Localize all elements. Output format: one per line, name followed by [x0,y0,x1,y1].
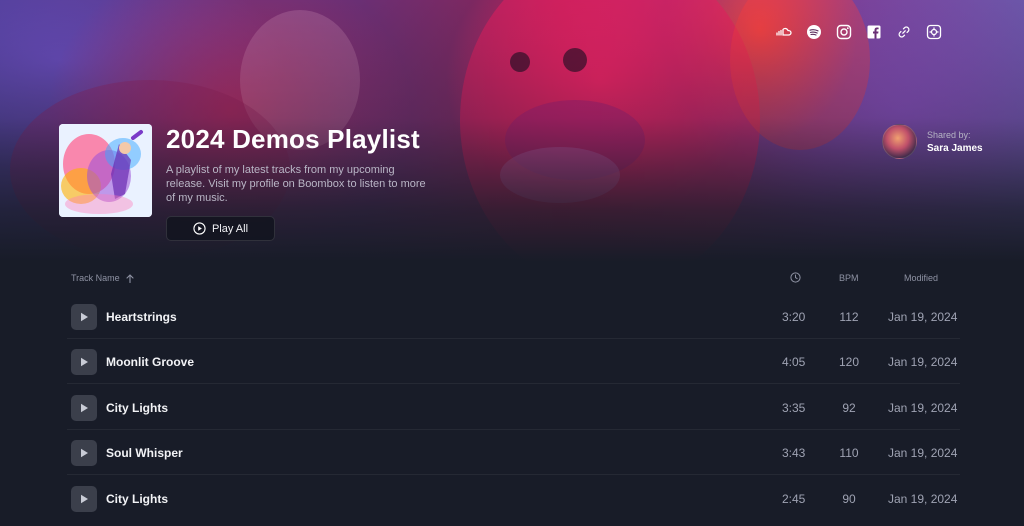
play-icon [81,357,88,367]
play-all-button[interactable]: Play All [166,216,275,241]
track-bpm: 120 [839,355,860,369]
column-header-track-name: Track Name [71,273,120,283]
track-name[interactable]: City Lights [106,401,168,415]
track-duration: 2:45 [782,492,806,506]
playlist-title: 2024 Demos Playlist [166,124,420,154]
playlist-description: A playlist of my latest tracks from my u… [166,164,426,204]
hero-banner: 2024 Demos Playlist A playlist of my lat… [0,0,1024,262]
track-table: Track Name BPM Modified Heartstrings 3:2… [0,262,1024,526]
sort-track-name[interactable]: Track Name [71,273,134,283]
clock-icon[interactable] [790,272,801,283]
column-header-bpm[interactable]: BPM [839,273,859,283]
track-name[interactable]: Soul Whisper [106,446,183,460]
avatar[interactable] [882,124,917,159]
track-modified: Jan 19, 2024 [888,310,958,324]
track-play-button[interactable] [71,304,97,330]
track-name[interactable]: City Lights [106,492,168,506]
table-row[interactable]: City Lights 3:35 92 Jan 19, 2024 [0,385,1024,430]
link-icon[interactable] [896,24,912,40]
track-name[interactable]: Moonlit Groove [106,355,194,369]
track-bpm: 112 [839,310,859,324]
play-icon [81,494,88,504]
playlist-page: 2024 Demos Playlist A playlist of my lat… [0,0,1024,526]
shared-by-name[interactable]: Sara James [927,143,983,154]
spotify-icon[interactable] [806,24,822,40]
play-all-label: Play All [211,222,249,235]
track-play-button[interactable] [71,486,97,512]
play-icon [81,403,88,413]
track-modified: Jan 19, 2024 [888,401,958,415]
soundcloud-icon[interactable] [776,24,792,40]
track-duration: 3:20 [782,310,806,324]
table-row[interactable]: City Lights 2:45 90 Jan 19, 2024 [0,476,1024,521]
track-name[interactable]: Heartstrings [106,310,177,324]
table-header: Track Name BPM Modified [0,262,1024,292]
play-circle-icon [193,222,206,235]
track-duration: 3:43 [782,446,806,460]
playlist-cover-image [59,124,152,217]
instagram-icon[interactable] [836,24,852,40]
track-modified: Jan 19, 2024 [888,446,958,460]
social-links [776,24,942,40]
play-icon [81,448,88,458]
column-header-modified[interactable]: Modified [904,273,938,283]
track-play-button[interactable] [71,395,97,421]
track-play-button[interactable] [71,440,97,466]
track-bpm: 110 [839,446,859,460]
track-modified: Jan 19, 2024 [888,492,958,506]
track-duration: 3:35 [782,401,806,415]
shared-by-label: Shared by: [927,129,971,140]
facebook-icon[interactable] [866,24,882,40]
settings-icon[interactable] [926,24,942,40]
track-bpm: 90 [842,492,856,506]
row-divider [67,383,960,384]
table-row[interactable]: Moonlit Groove 4:05 120 Jan 19, 2024 [0,339,1024,384]
sort-arrow-up-icon [126,273,134,283]
row-divider [67,474,960,475]
track-bpm: 92 [842,401,856,415]
track-play-button[interactable] [71,349,97,375]
table-row[interactable]: Soul Whisper 3:43 110 Jan 19, 2024 [0,430,1024,475]
track-modified: Jan 19, 2024 [888,355,958,369]
table-row[interactable]: Heartstrings 3:20 112 Jan 19, 2024 [0,294,1024,339]
track-duration: 4:05 [782,355,806,369]
shared-by: Shared by: Sara James [882,124,983,159]
play-icon [81,312,88,322]
